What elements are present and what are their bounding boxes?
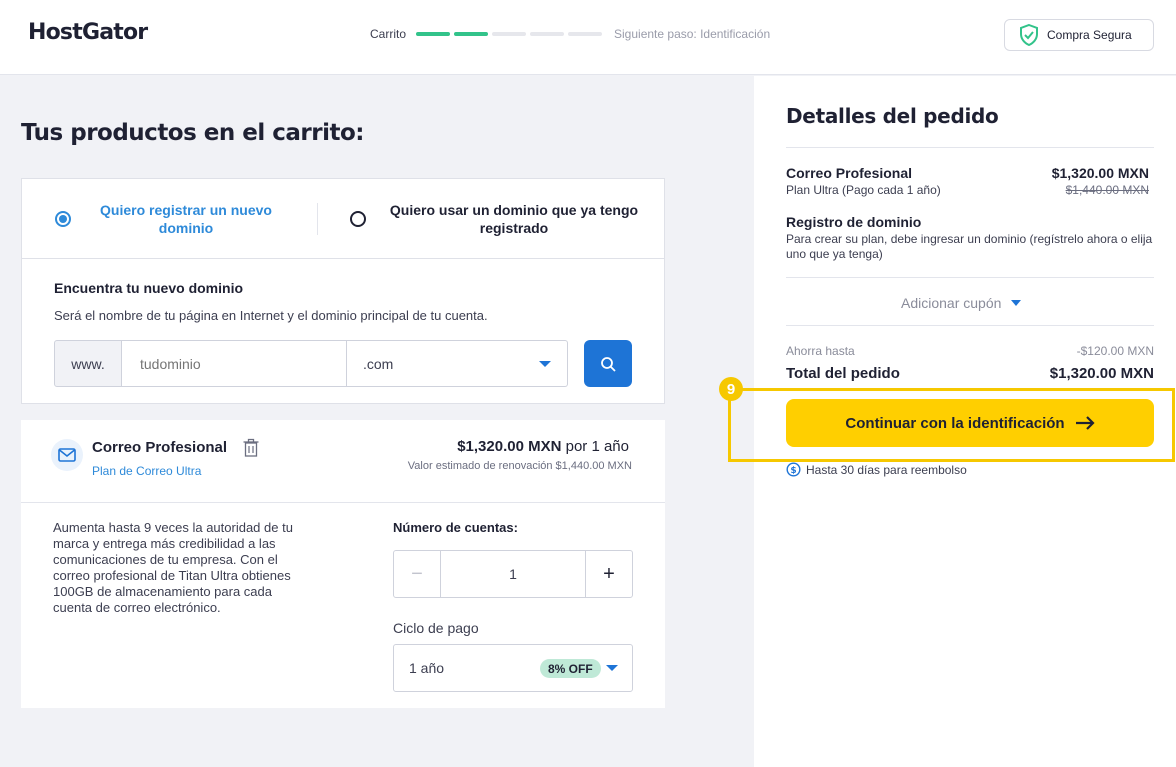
summary-item-sub: Plan Ultra (Pago cada 1 año) <box>786 183 941 197</box>
product-price-amount: $1,320.00 MXN <box>457 438 562 455</box>
product-plan-link[interactable]: Plan de Correo Ultra <box>92 464 201 478</box>
domain-search-button[interactable] <box>584 340 632 387</box>
money-back-icon: $ <box>786 462 801 477</box>
radio-selected[interactable] <box>55 211 71 227</box>
secure-label: Compra Segura <box>1047 28 1132 42</box>
option-use-existing-domain[interactable]: Quiero usar un dominio que ya tengo regi… <box>350 179 650 259</box>
accounts-label: Número de cuentas: <box>393 520 518 535</box>
summary-item-old-price: $1,440.00 MXN <box>1065 183 1149 197</box>
total-value: $1,320.00 MXN <box>1049 365 1154 382</box>
step-number-badge: 9 <box>719 377 743 401</box>
domain-input[interactable] <box>122 340 347 387</box>
divider <box>786 147 1154 148</box>
mail-icon <box>51 439 83 471</box>
add-coupon-toggle[interactable]: Adicionar cupón <box>901 295 1022 311</box>
product-price-period: por 1 año <box>565 438 629 455</box>
page-title: Tus productos en el carrito: <box>21 120 365 146</box>
summary-item-name: Correo Profesional <box>786 165 913 181</box>
domain-registration-note: Para crear su plan, debe ingresar un dom… <box>786 232 1153 261</box>
product-header: Correo Profesional Plan de Correo Ultra … <box>21 420 665 503</box>
progress-step <box>568 32 603 36</box>
decrement-button[interactable]: − <box>394 551 441 597</box>
option-label: Quiero usar un dominio que ya tengo regi… <box>389 202 639 236</box>
tld-value: .com <box>363 355 394 372</box>
product-price: $1,320.00 MXN por 1 año <box>457 438 629 455</box>
progress-step <box>492 32 527 36</box>
svg-text:$: $ <box>790 466 796 476</box>
accounts-quantity[interactable]: 1 <box>441 551 585 597</box>
caret-down-icon <box>606 665 618 671</box>
divider <box>786 325 1154 326</box>
header: HostGator Carrito Siguiente paso: Identi… <box>0 0 1176 75</box>
divider <box>786 277 1154 278</box>
option-register-new-domain[interactable]: Quiero registrar un nuevo dominio <box>55 179 315 259</box>
increment-button[interactable]: + <box>585 551 632 597</box>
total-label: Total del pedido <box>786 365 900 382</box>
radio-unselected[interactable] <box>350 211 366 227</box>
search-icon <box>601 356 616 372</box>
continue-identification-button[interactable]: Continuar con la identificación <box>786 399 1154 447</box>
billing-cycle-select[interactable]: 1 año 8% OFF <box>393 644 633 692</box>
trash-icon[interactable] <box>243 438 259 457</box>
order-summary-title: Detalles del pedido <box>786 104 999 128</box>
product-renewal: Valor estimado de renovación $1,440.00 M… <box>407 460 632 472</box>
progress-step <box>454 32 489 36</box>
find-domain-subtitle: Será el nombre de tu página en Internet … <box>54 308 488 323</box>
discount-badge: 8% OFF <box>540 659 601 678</box>
product-description: Aumenta hasta 9 veces la autoridad de tu… <box>53 520 293 615</box>
hostgator-logo[interactable]: HostGator <box>28 20 148 45</box>
billing-cycle-label: Ciclo de pago <box>393 620 479 636</box>
progress-step <box>530 32 565 36</box>
caret-down-icon <box>539 361 551 367</box>
arrow-right-icon <box>1075 416 1095 430</box>
progress-step <box>416 32 451 36</box>
refund-label: Hasta 30 días para reembolso <box>806 462 967 477</box>
next-step-label: Siguiente paso: Identificación <box>614 27 771 41</box>
domain-search-row: www. .com <box>54 340 568 387</box>
domain-registration-title: Registro de dominio <box>786 214 922 230</box>
coupon-label: Adicionar cupón <box>901 295 1002 311</box>
tld-select[interactable]: .com <box>347 340 568 387</box>
www-prefix: www. <box>54 340 122 387</box>
savings-value: -$120.00 MXN <box>1076 344 1154 358</box>
caret-down-icon <box>1011 300 1022 306</box>
divider <box>317 203 318 235</box>
product-name: Correo Profesional <box>92 439 228 456</box>
domain-card: Quiero registrar un nuevo dominio Quiero… <box>21 178 665 404</box>
accounts-stepper: − 1 + <box>393 550 633 598</box>
savings-label: Ahorra hasta <box>786 344 855 358</box>
checkout-progress: Carrito Siguiente paso: Identificación <box>370 27 770 41</box>
progress-label: Carrito <box>370 27 407 41</box>
product-card: Correo Profesional Plan de Correo Ultra … <box>21 420 665 708</box>
secure-purchase-badge: Compra Segura <box>1004 19 1154 51</box>
billing-cycle-value: 1 año <box>409 660 445 676</box>
find-domain-title: Encuentra tu nuevo dominio <box>54 280 244 296</box>
option-label: Quiero registrar un nuevo dominio <box>100 202 272 236</box>
shield-check-icon <box>1020 24 1038 46</box>
domain-options: Quiero registrar un nuevo dominio Quiero… <box>22 179 664 259</box>
cta-label: Continuar con la identificación <box>845 414 1065 432</box>
summary-item-price: $1,320.00 MXN <box>1051 165 1149 181</box>
refund-note: $ Hasta 30 días para reembolso <box>786 462 967 477</box>
